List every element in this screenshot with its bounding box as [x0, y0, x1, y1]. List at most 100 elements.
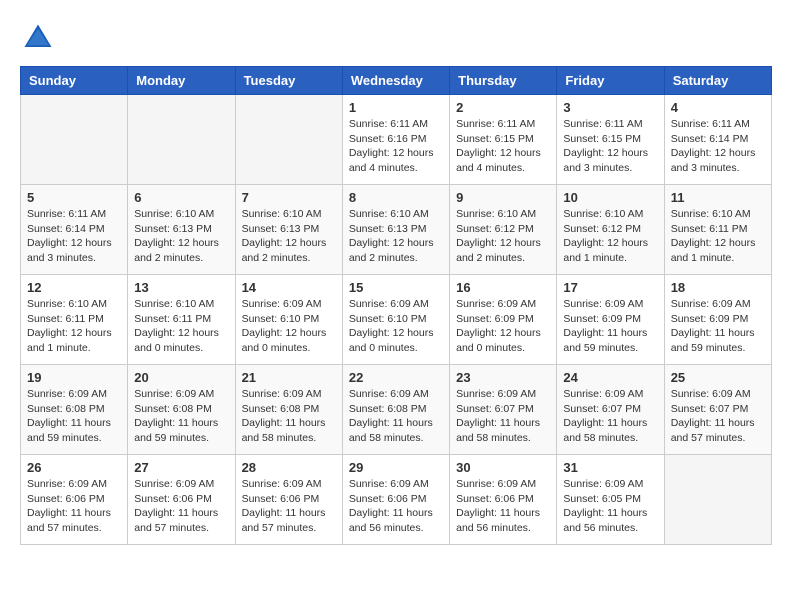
day-number: 31 — [563, 460, 657, 475]
day-number: 25 — [671, 370, 765, 385]
day-info: Sunrise: 6:09 AM Sunset: 6:09 PM Dayligh… — [671, 297, 765, 356]
day-info: Sunrise: 6:10 AM Sunset: 6:11 PM Dayligh… — [27, 297, 121, 356]
calendar-cell — [235, 95, 342, 185]
day-info: Sunrise: 6:09 AM Sunset: 6:08 PM Dayligh… — [349, 387, 443, 446]
day-number: 11 — [671, 190, 765, 205]
calendar-cell: 28Sunrise: 6:09 AM Sunset: 6:06 PM Dayli… — [235, 455, 342, 545]
calendar-cell: 30 Sunrise: 6:09 AM Sunset: 6:06 PM Dayli… — [450, 455, 557, 545]
col-header-monday: Monday — [128, 67, 235, 95]
col-header-wednesday: Wednesday — [342, 67, 449, 95]
calendar-cell: 13 Sunrise: 6:10 AM Sunset: 6:11 PM Dayli… — [128, 275, 235, 365]
calendar-cell — [128, 95, 235, 185]
calendar-cell: 8 Sunrise: 6:10 AM Sunset: 6:13 PM Daylig… — [342, 185, 449, 275]
day-number: 19 — [27, 370, 121, 385]
calendar-cell: 22 Sunrise: 6:09 AM Sunset: 6:08 PM Dayli… — [342, 365, 449, 455]
day-info: Sunrise: 6:10 AM Sunset: 6:13 PM Dayligh… — [242, 207, 336, 266]
day-info: Sunrise: 6:09 AM Sunset: 6:07 PM Dayligh… — [671, 387, 765, 446]
day-info: Sunrise: 6:11 AM Sunset: 6:16 PM Dayligh… — [349, 117, 443, 176]
col-header-tuesday: Tuesday — [235, 67, 342, 95]
day-info: Sunrise: 6:09 AM Sunset: 6:10 PM Dayligh… — [242, 297, 336, 356]
day-info: Sunrise: 6:11 AM Sunset: 6:15 PM Dayligh… — [456, 117, 550, 176]
day-number: 16 — [456, 280, 550, 295]
col-header-friday: Friday — [557, 67, 664, 95]
day-number: 5 — [27, 190, 121, 205]
calendar-week-3: 12 Sunrise: 6:10 AM Sunset: 6:11 PM Dayli… — [21, 275, 772, 365]
day-number: 28 — [242, 460, 336, 475]
calendar-header-row: SundayMondayTuesdayWednesdayThursdayFrid… — [21, 67, 772, 95]
day-number: 7 — [242, 190, 336, 205]
day-info: Sunrise: 6:09 AM Sunset: 6:07 PM Dayligh… — [563, 387, 657, 446]
day-info: Sunrise: 6:09 AM Sunset: 6:09 PM Dayligh… — [456, 297, 550, 356]
day-info: Sunrise: 6:10 AM Sunset: 6:13 PM Dayligh… — [349, 207, 443, 266]
day-info: Sunrise: 6:10 AM Sunset: 6:12 PM Dayligh… — [456, 207, 550, 266]
calendar-cell: 20 Sunrise: 6:09 AM Sunset: 6:08 PM Dayli… — [128, 365, 235, 455]
day-number: 12 — [27, 280, 121, 295]
col-header-thursday: Thursday — [450, 67, 557, 95]
calendar-cell: 11 Sunrise: 6:10 AM Sunset: 6:11 PM Dayli… — [664, 185, 771, 275]
day-info: Sunrise: 6:09 AM Sunset: 6:07 PM Dayligh… — [456, 387, 550, 446]
day-info: Sunrise: 6:09 AM Sunset: 6:08 PM Dayligh… — [134, 387, 228, 446]
day-number: 3 — [563, 100, 657, 115]
calendar-cell: 21Sunrise: 6:09 AM Sunset: 6:08 PM Dayli… — [235, 365, 342, 455]
day-info: Sunrise: 6:09 AM Sunset: 6:06 PM Dayligh… — [349, 477, 443, 536]
calendar-cell: 17 Sunrise: 6:09 AM Sunset: 6:09 PM Dayli… — [557, 275, 664, 365]
day-number: 10 — [563, 190, 657, 205]
calendar-week-5: 26 Sunrise: 6:09 AM Sunset: 6:06 PM Dayli… — [21, 455, 772, 545]
day-info: Sunrise: 6:09 AM Sunset: 6:06 PM Dayligh… — [456, 477, 550, 536]
day-number: 14 — [242, 280, 336, 295]
col-header-saturday: Saturday — [664, 67, 771, 95]
calendar-cell: 1 Sunrise: 6:11 AM Sunset: 6:16 PM Daylig… — [342, 95, 449, 185]
calendar-cell: 15 Sunrise: 6:09 AM Sunset: 6:10 PM Dayli… — [342, 275, 449, 365]
day-number: 1 — [349, 100, 443, 115]
calendar-cell: 10 Sunrise: 6:10 AM Sunset: 6:12 PM Dayli… — [557, 185, 664, 275]
day-number: 23 — [456, 370, 550, 385]
day-info: Sunrise: 6:09 AM Sunset: 6:09 PM Dayligh… — [563, 297, 657, 356]
calendar-cell: 19 Sunrise: 6:09 AM Sunset: 6:08 PM Dayli… — [21, 365, 128, 455]
calendar-cell: 24Sunrise: 6:09 AM Sunset: 6:07 PM Dayli… — [557, 365, 664, 455]
day-number: 4 — [671, 100, 765, 115]
day-number: 13 — [134, 280, 228, 295]
calendar-week-2: 5Sunrise: 6:11 AM Sunset: 6:14 PM Daylig… — [21, 185, 772, 275]
calendar-cell: 31 Sunrise: 6:09 AM Sunset: 6:05 PM Dayli… — [557, 455, 664, 545]
day-info: Sunrise: 6:11 AM Sunset: 6:15 PM Dayligh… — [563, 117, 657, 176]
calendar-cell: 9 Sunrise: 6:10 AM Sunset: 6:12 PM Daylig… — [450, 185, 557, 275]
day-number: 2 — [456, 100, 550, 115]
day-number: 26 — [27, 460, 121, 475]
page-header — [20, 20, 772, 56]
day-info: Sunrise: 6:09 AM Sunset: 6:06 PM Dayligh… — [134, 477, 228, 536]
calendar-cell: 12 Sunrise: 6:10 AM Sunset: 6:11 PM Dayli… — [21, 275, 128, 365]
day-number: 17 — [563, 280, 657, 295]
day-info: Sunrise: 6:10 AM Sunset: 6:13 PM Dayligh… — [134, 207, 228, 266]
day-number: 15 — [349, 280, 443, 295]
day-info: Sunrise: 6:10 AM Sunset: 6:12 PM Dayligh… — [563, 207, 657, 266]
day-info: Sunrise: 6:11 AM Sunset: 6:14 PM Dayligh… — [671, 117, 765, 176]
calendar-cell: 18Sunrise: 6:09 AM Sunset: 6:09 PM Dayli… — [664, 275, 771, 365]
logo-icon — [20, 20, 56, 56]
day-info: Sunrise: 6:10 AM Sunset: 6:11 PM Dayligh… — [671, 207, 765, 266]
day-info: Sunrise: 6:10 AM Sunset: 6:11 PM Dayligh… — [134, 297, 228, 356]
day-info: Sunrise: 6:09 AM Sunset: 6:06 PM Dayligh… — [27, 477, 121, 536]
calendar-cell: 14 Sunrise: 6:09 AM Sunset: 6:10 PM Dayli… — [235, 275, 342, 365]
day-number: 6 — [134, 190, 228, 205]
calendar-cell: 5Sunrise: 6:11 AM Sunset: 6:14 PM Daylig… — [21, 185, 128, 275]
calendar-cell — [21, 95, 128, 185]
calendar-week-4: 19 Sunrise: 6:09 AM Sunset: 6:08 PM Dayli… — [21, 365, 772, 455]
day-info: Sunrise: 6:09 AM Sunset: 6:08 PM Dayligh… — [27, 387, 121, 446]
calendar-cell: 3 Sunrise: 6:11 AM Sunset: 6:15 PM Daylig… — [557, 95, 664, 185]
day-number: 30 — [456, 460, 550, 475]
day-number: 9 — [456, 190, 550, 205]
day-number: 20 — [134, 370, 228, 385]
calendar-cell: 7 Sunrise: 6:10 AM Sunset: 6:13 PM Daylig… — [235, 185, 342, 275]
day-info: Sunrise: 6:09 AM Sunset: 6:05 PM Dayligh… — [563, 477, 657, 536]
calendar-cell: 16 Sunrise: 6:09 AM Sunset: 6:09 PM Dayli… — [450, 275, 557, 365]
day-number: 21 — [242, 370, 336, 385]
day-number: 29 — [349, 460, 443, 475]
col-header-sunday: Sunday — [21, 67, 128, 95]
calendar-cell: 2 Sunrise: 6:11 AM Sunset: 6:15 PM Daylig… — [450, 95, 557, 185]
day-number: 8 — [349, 190, 443, 205]
day-number: 22 — [349, 370, 443, 385]
day-info: Sunrise: 6:09 AM Sunset: 6:10 PM Dayligh… — [349, 297, 443, 356]
calendar-cell: 4 Sunrise: 6:11 AM Sunset: 6:14 PM Daylig… — [664, 95, 771, 185]
calendar-cell — [664, 455, 771, 545]
calendar-cell: 6 Sunrise: 6:10 AM Sunset: 6:13 PM Daylig… — [128, 185, 235, 275]
